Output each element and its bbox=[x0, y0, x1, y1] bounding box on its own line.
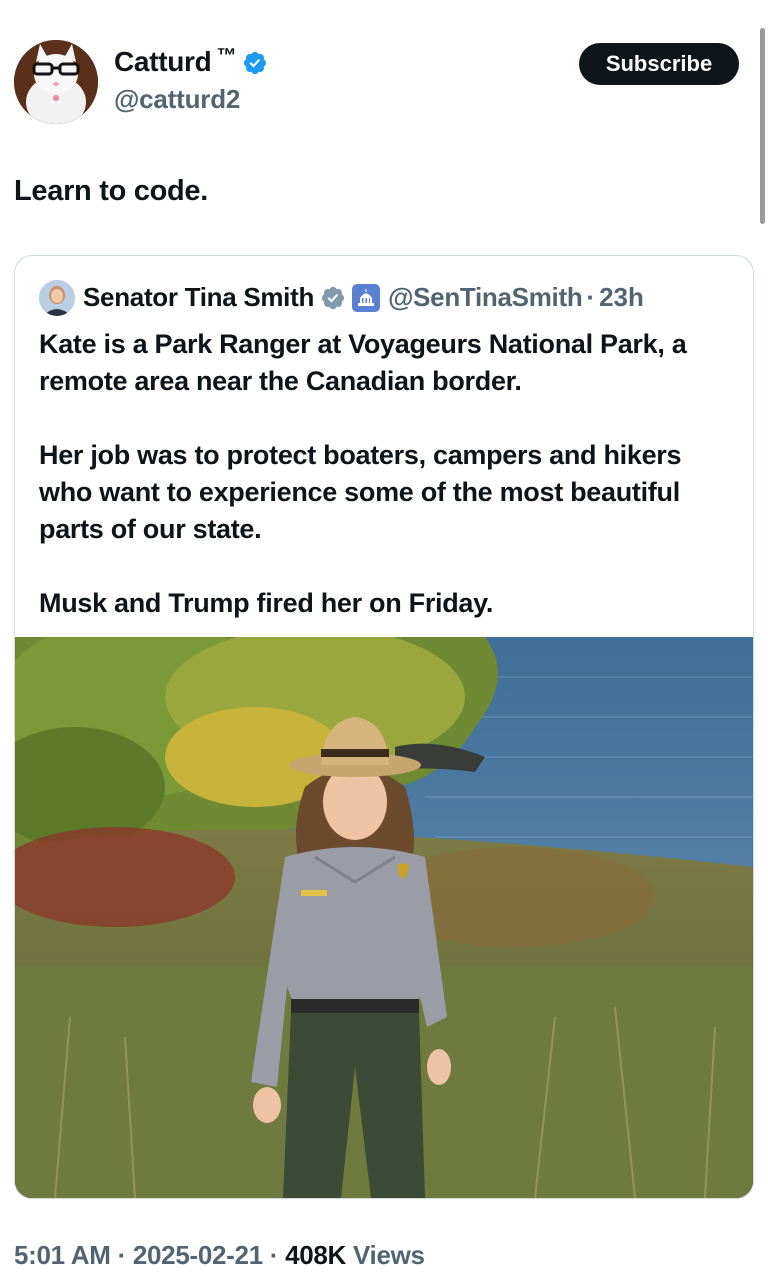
tweet-time[interactable]: 5:01 AM bbox=[14, 1240, 111, 1270]
scrollbar[interactable] bbox=[760, 28, 765, 224]
gray-verified-icon bbox=[321, 286, 345, 309]
meta-separator: · bbox=[262, 1240, 286, 1270]
park-ranger-photo bbox=[15, 637, 753, 1198]
quote-photo[interactable] bbox=[15, 637, 753, 1198]
verified-badge-icon bbox=[244, 51, 267, 75]
tweet-text: Learn to code. bbox=[14, 175, 208, 207]
tweet-metadata: 5:01 AM · 2025-02-21 · 408K Views bbox=[14, 1240, 425, 1271]
person-avatar-icon bbox=[39, 280, 75, 316]
separator-dot: · bbox=[586, 282, 596, 312]
quote-paragraph: Her job was to protect boaters, campers … bbox=[39, 440, 682, 544]
capitol-affiliation-icon bbox=[352, 283, 381, 312]
views-label: Views bbox=[346, 1240, 425, 1270]
author-handle[interactable]: @catturd2 bbox=[114, 84, 240, 115]
author-avatar[interactable] bbox=[14, 40, 98, 124]
trademark-symbol: ™ bbox=[216, 44, 237, 67]
quote-paragraph: Kate is a Park Ranger at Voyageurs Natio… bbox=[39, 329, 687, 396]
quote-author-avatar bbox=[39, 280, 75, 316]
tweet-date[interactable]: 2025-02-21 bbox=[133, 1240, 263, 1270]
quote-paragraph: Musk and Trump fired her on Friday. bbox=[39, 588, 494, 618]
author-name-text: Catturd bbox=[114, 46, 212, 77]
subscribe-button[interactable]: Subscribe bbox=[579, 43, 739, 85]
quote-text: Kate is a Park Ranger at Voyageurs Natio… bbox=[39, 326, 739, 622]
meta-separator: · bbox=[110, 1240, 133, 1270]
quoted-tweet-card[interactable]: Senator Tina Smith @SenTinaSmith · 23h K… bbox=[14, 255, 754, 1199]
author-name[interactable]: Catturd ™ bbox=[114, 44, 268, 78]
quote-author-handle[interactable]: @SenTinaSmith bbox=[388, 282, 583, 313]
quote-header: Senator Tina Smith @SenTinaSmith · 23h bbox=[83, 282, 644, 313]
cat-avatar-icon bbox=[14, 40, 98, 124]
quote-author-name[interactable]: Senator Tina Smith bbox=[83, 282, 314, 313]
views-count[interactable]: 408K bbox=[285, 1240, 346, 1270]
quote-timestamp[interactable]: 23h bbox=[599, 282, 644, 313]
